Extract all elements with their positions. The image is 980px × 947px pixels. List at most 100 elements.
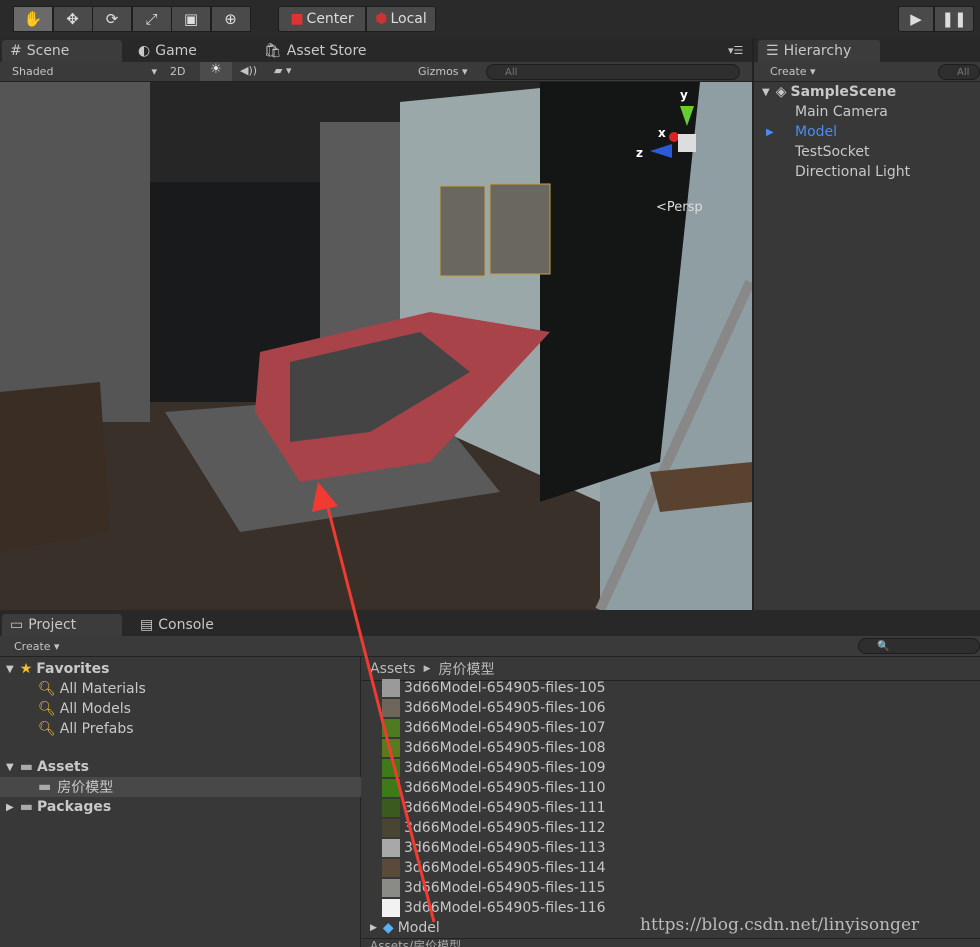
- asset-file-name: 3d66Model-654905-files-116: [404, 900, 606, 916]
- shading-dropdown[interactable]: Shaded ▾: [12, 65, 157, 78]
- scene-tab-strip: # Scene ◐ Game 🛍 Asset Store ▾☰: [0, 38, 752, 62]
- project-search-input[interactable]: 🔍: [858, 638, 980, 654]
- favorite-item[interactable]: 🔍︎ All Prefabs: [38, 719, 134, 739]
- audio-toggle-speaker-icon[interactable]: ◀)): [240, 64, 257, 77]
- asset-file[interactable]: 3d66Model-654905-files-106: [382, 698, 606, 718]
- asset-file-name: 3d66Model-654905-files-113: [404, 840, 606, 856]
- list-icon: ☰: [766, 43, 779, 59]
- pivot-center-button[interactable]: ■ Center: [278, 6, 366, 32]
- favorite-item[interactable]: 🔍︎ All Models: [38, 699, 131, 719]
- asset-file[interactable]: 3d66Model-654905-files-105: [382, 678, 606, 698]
- tool-scale-icon[interactable]: ⤢: [131, 6, 172, 32]
- main-toolbar: ✋ ✥ ⟳ ⤢ ▣ ⊕ ■ Center ⬢ Local ▶ ❚❚: [0, 0, 980, 38]
- hierarchy-toolbar: Create ▾ All: [754, 62, 980, 82]
- scene-root[interactable]: ▼ ◈ SampleScene: [762, 82, 896, 102]
- asset-file-name: 3d66Model-654905-files-111: [404, 800, 606, 816]
- folder-icon: ▬: [38, 779, 52, 795]
- expand-arrow-icon[interactable]: ▶: [766, 127, 774, 138]
- tab-menu-icon[interactable]: ▾☰: [728, 44, 743, 57]
- asset-file-name: 3d66Model-654905-files-108: [404, 740, 606, 756]
- expand-arrow-icon[interactable]: ▼: [762, 87, 770, 98]
- gizmo-y-cone[interactable]: [680, 106, 694, 126]
- assets-folder[interactable]: ▼ ▬ Assets: [6, 757, 89, 777]
- breadcrumb-folder[interactable]: 房价模型: [438, 659, 494, 679]
- hierarchy-item[interactable]: Main Camera: [780, 102, 888, 122]
- texture-thumbnail-icon: [382, 899, 400, 917]
- expand-arrow-icon[interactable]: ▼: [6, 664, 14, 675]
- tab-asset-store[interactable]: 🛍 Asset Store: [256, 40, 386, 62]
- lighting-toggle-sun-icon[interactable]: ☀: [200, 62, 232, 81]
- tab-console-label: Console: [158, 617, 214, 633]
- favorite-label: All Materials: [59, 681, 146, 697]
- asset-file[interactable]: 3d66Model-654905-files-111: [382, 798, 606, 818]
- folder-house-price-model[interactable]: ▬ 房价模型: [0, 777, 361, 797]
- gizmos-dropdown[interactable]: Gizmos ▾: [418, 65, 468, 78]
- asset-file-name: 3d66Model-654905-files-114: [404, 860, 606, 876]
- packages-label: Packages: [36, 799, 112, 815]
- grid-icon: #: [10, 43, 22, 59]
- hierarchy-item[interactable]: ▶ Model: [766, 122, 837, 142]
- asset-list: 3d66Model-654905-files-105 3d66Model-6549…: [362, 678, 980, 938]
- tab-asset-store-label: Asset Store: [286, 43, 367, 59]
- gizmo-center-cube[interactable]: [678, 134, 696, 152]
- projection-label[interactable]: <Persp: [656, 200, 703, 215]
- texture-thumbnail-icon: [382, 679, 400, 697]
- scene-viewport[interactable]: y x z <Persp: [0, 82, 752, 610]
- asset-file[interactable]: 3d66Model-654905-files-107: [382, 718, 606, 738]
- asset-file[interactable]: 3d66Model-654905-files-113: [382, 838, 606, 858]
- tool-rotate-icon[interactable]: ⟳: [92, 6, 132, 32]
- tool-transform-icon[interactable]: ⊕: [210, 6, 251, 32]
- breadcrumb-assets[interactable]: Assets: [370, 661, 416, 677]
- asset-file-name: 3d66Model-654905-files-107: [404, 720, 606, 736]
- favorites-folder[interactable]: ▼ ★ Favorites: [6, 659, 109, 679]
- packages-folder[interactable]: ▶ ▬ Packages: [6, 797, 111, 817]
- tool-rect-icon[interactable]: ▣: [171, 6, 211, 32]
- tab-hierarchy[interactable]: ☰ Hierarchy: [758, 40, 880, 62]
- favorite-item[interactable]: 🔍︎ All Materials: [38, 679, 146, 699]
- texture-thumbnail-icon: [382, 739, 400, 757]
- create-label: Create: [770, 65, 807, 78]
- tab-scene-label: Scene: [26, 43, 70, 59]
- asset-file[interactable]: 3d66Model-654905-files-114: [382, 858, 606, 878]
- asset-file[interactable]: 3d66Model-654905-files-109: [382, 758, 606, 778]
- tab-game[interactable]: ◐ Game: [130, 40, 250, 62]
- asset-file-name: 3d66Model-654905-files-115: [404, 880, 606, 896]
- tool-hand-icon[interactable]: ✋: [13, 6, 53, 32]
- orientation-gizmo[interactable]: y x z <Persp: [636, 88, 736, 218]
- shading-label: Shaded: [12, 65, 54, 78]
- asset-file[interactable]: 3d66Model-654905-files-116: [382, 898, 606, 918]
- scene-name: SampleScene: [790, 84, 897, 100]
- hierarchy-create-button[interactable]: Create ▾: [770, 65, 816, 78]
- texture-thumbnail-icon: [382, 819, 400, 837]
- pivot-local-button[interactable]: ⬢ Local: [366, 6, 436, 32]
- model-prefab[interactable]: ▶ ◆ Model: [370, 918, 440, 938]
- expand-arrow-icon[interactable]: ▶: [370, 923, 377, 933]
- tab-console[interactable]: ▤ Console: [132, 614, 252, 636]
- expand-arrow-icon[interactable]: ▼: [6, 762, 14, 773]
- watermark: https://blog.csdn.net/linyisonger: [640, 915, 920, 935]
- tool-move-icon[interactable]: ✥: [52, 6, 93, 32]
- asset-file[interactable]: 3d66Model-654905-files-110: [382, 778, 606, 798]
- asset-file[interactable]: 3d66Model-654905-files-112: [382, 818, 606, 838]
- expand-arrow-icon[interactable]: ▶: [6, 802, 14, 813]
- hierarchy-item[interactable]: TestSocket: [780, 142, 869, 162]
- play-button[interactable]: ▶: [898, 6, 934, 32]
- hierarchy-item[interactable]: Directional Light: [780, 162, 910, 182]
- project-create-label: Create: [14, 640, 51, 653]
- scene-search-input[interactable]: All: [486, 64, 740, 80]
- tab-project[interactable]: ▭ Project: [2, 614, 122, 636]
- asset-file[interactable]: 3d66Model-654905-files-108: [382, 738, 606, 758]
- texture-thumbnail-icon: [382, 699, 400, 717]
- star-icon: ★: [19, 661, 33, 677]
- toggle-2d-button[interactable]: 2D: [170, 65, 185, 78]
- pivot-label: Center: [306, 11, 354, 27]
- asset-file[interactable]: 3d66Model-654905-files-115: [382, 878, 606, 898]
- tab-scene[interactable]: # Scene: [2, 40, 122, 62]
- effects-image-icon[interactable]: ▰ ▾: [274, 64, 291, 77]
- pause-button[interactable]: ❚❚: [934, 6, 974, 32]
- hierarchy-item-label: Directional Light: [795, 164, 911, 180]
- gizmo-z-cone[interactable]: [650, 144, 672, 158]
- search-icon: 🔍︎: [38, 721, 56, 737]
- hierarchy-search-input[interactable]: All: [938, 64, 980, 80]
- project-create-button[interactable]: Create ▾: [14, 640, 60, 653]
